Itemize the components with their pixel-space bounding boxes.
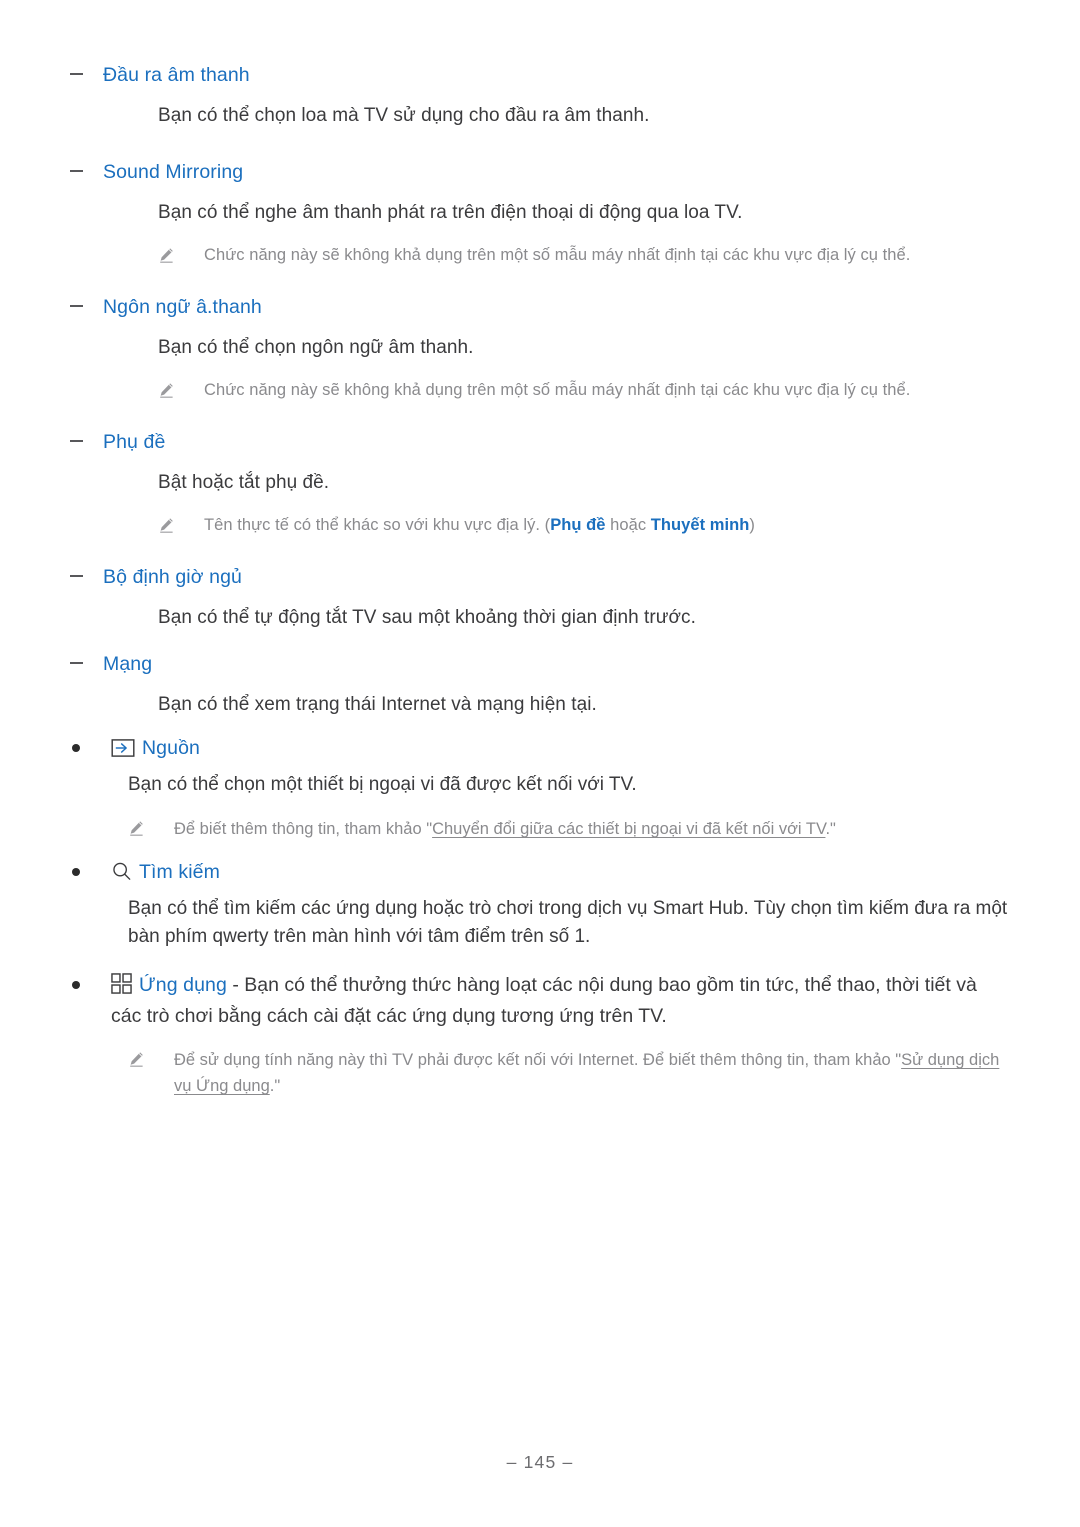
paragraph: Bạn có thể xem trạng thái Internet và mạ… xyxy=(158,694,597,715)
bullet-marker xyxy=(70,858,111,876)
page-number: – 145 – xyxy=(506,1452,574,1472)
note-suffix: ." xyxy=(825,820,836,838)
note-term-subtitle: Phụ đề xyxy=(550,516,606,534)
pencil-icon xyxy=(128,1047,174,1073)
note-row: Chức năng này sẽ không khả dụng trên một… xyxy=(158,378,1010,404)
search-icon xyxy=(111,861,132,889)
dash-marker xyxy=(70,651,103,664)
paragraph: Bật hoặc tắt phụ đề. xyxy=(158,472,330,493)
list-item: Nguồn xyxy=(70,734,1010,765)
bullet-inline-body: - Bạn có thể thưởng thức hàng loạt các n… xyxy=(111,974,977,1027)
note-text: Chức năng này sẽ không khả dụng trên một… xyxy=(204,381,911,399)
bullet-marker xyxy=(70,734,111,752)
pencil-icon xyxy=(158,378,204,404)
list-item: Sound Mirroring xyxy=(70,159,1010,185)
note-row: Để biết thêm thông tin, tham khảo "Chuyể… xyxy=(128,816,1010,842)
bullet-label: Tìm kiếm xyxy=(139,861,220,883)
bullet-marker xyxy=(70,971,111,989)
dash-marker xyxy=(70,159,103,172)
note-suffix: ." xyxy=(269,1077,281,1095)
note-suffix: ) xyxy=(749,516,755,534)
note-text: Tên thực tế có thể khác so với khu vực đ… xyxy=(204,513,755,538)
list-item: Ngôn ngữ â.thanh xyxy=(70,294,1010,320)
subsection-heading: Phụ đề xyxy=(103,431,166,453)
bullet-label: Ứng dụng xyxy=(139,974,227,996)
list-item: Tìm kiếm xyxy=(70,858,1010,889)
dash-marker xyxy=(70,429,103,442)
list-item: Ứng dụng - Bạn có thể thưởng thức hàng l… xyxy=(70,971,1010,1030)
paragraph: Bạn có thể nghe âm thanh phát ra trên đi… xyxy=(158,202,743,223)
subsection-heading: Sound Mirroring xyxy=(103,161,244,183)
bullet-content: Ứng dụng - Bạn có thể thưởng thức hàng l… xyxy=(111,971,991,1030)
list-item: Bộ định giờ ngủ xyxy=(70,564,1010,590)
apps-grid-icon xyxy=(111,973,132,1002)
subsection-heading: Ngôn ngữ â.thanh xyxy=(103,296,262,318)
document-page: Đầu ra âm thanh Bạn có thể chọn loa mà T… xyxy=(0,0,1080,1527)
paragraph: Bạn có thể tự động tắt TV sau một khoảng… xyxy=(158,607,696,628)
subsection-heading: Bộ định giờ ngủ xyxy=(103,566,242,588)
dash-marker xyxy=(70,62,103,75)
bullet-content: Nguồn xyxy=(111,734,200,765)
note-prefix: Để sử dụng tính năng này thì TV phải đượ… xyxy=(174,1051,902,1069)
paragraph: Bạn có thể chọn một thiết bị ngoại vi đã… xyxy=(128,774,637,795)
subsection-heading: Đầu ra âm thanh xyxy=(103,64,250,86)
note-row: Để sử dụng tính năng này thì TV phải đượ… xyxy=(128,1047,1010,1099)
bullet-content: Tìm kiếm xyxy=(111,858,220,889)
paragraph: Bạn có thể tìm kiếm các ứng dụng hoặc tr… xyxy=(128,898,1008,947)
dash-marker xyxy=(70,564,103,577)
pencil-icon xyxy=(158,513,204,539)
note-term-narration: Thuyết minh xyxy=(650,516,750,534)
note-row: Chức năng này sẽ không khả dụng trên một… xyxy=(158,243,1010,269)
note-conjunction: hoặc xyxy=(605,516,651,534)
dash-marker xyxy=(70,294,103,307)
note-text: Để biết thêm thông tin, tham khảo "Chuyể… xyxy=(174,816,836,842)
cross-reference-link[interactable]: Chuyển đổi giữa các thiết bị ngoại vi đã… xyxy=(432,820,825,838)
note-text: Để sử dụng tính năng này thì TV phải đượ… xyxy=(174,1047,1010,1099)
pencil-icon xyxy=(128,816,174,842)
list-item: Phụ đề xyxy=(70,429,1010,455)
list-item: Đầu ra âm thanh xyxy=(70,62,1010,88)
subsection-heading: Mạng xyxy=(103,653,153,675)
paragraph: Bạn có thể chọn ngôn ngữ âm thanh. xyxy=(158,337,474,358)
paragraph: Bạn có thể chọn loa mà TV sử dụng cho đầ… xyxy=(158,105,650,126)
source-icon xyxy=(111,737,135,765)
list-item: Mạng xyxy=(70,651,1010,677)
pencil-icon xyxy=(158,243,204,269)
note-prefix: Tên thực tế có thể khác so với khu vực đ… xyxy=(204,516,551,534)
note-text: Chức năng này sẽ không khả dụng trên một… xyxy=(204,246,911,264)
bullet-label: Nguồn xyxy=(142,737,200,759)
note-row: Tên thực tế có thể khác so với khu vực đ… xyxy=(158,513,1010,539)
note-prefix: Để biết thêm thông tin, tham khảo " xyxy=(174,820,433,838)
